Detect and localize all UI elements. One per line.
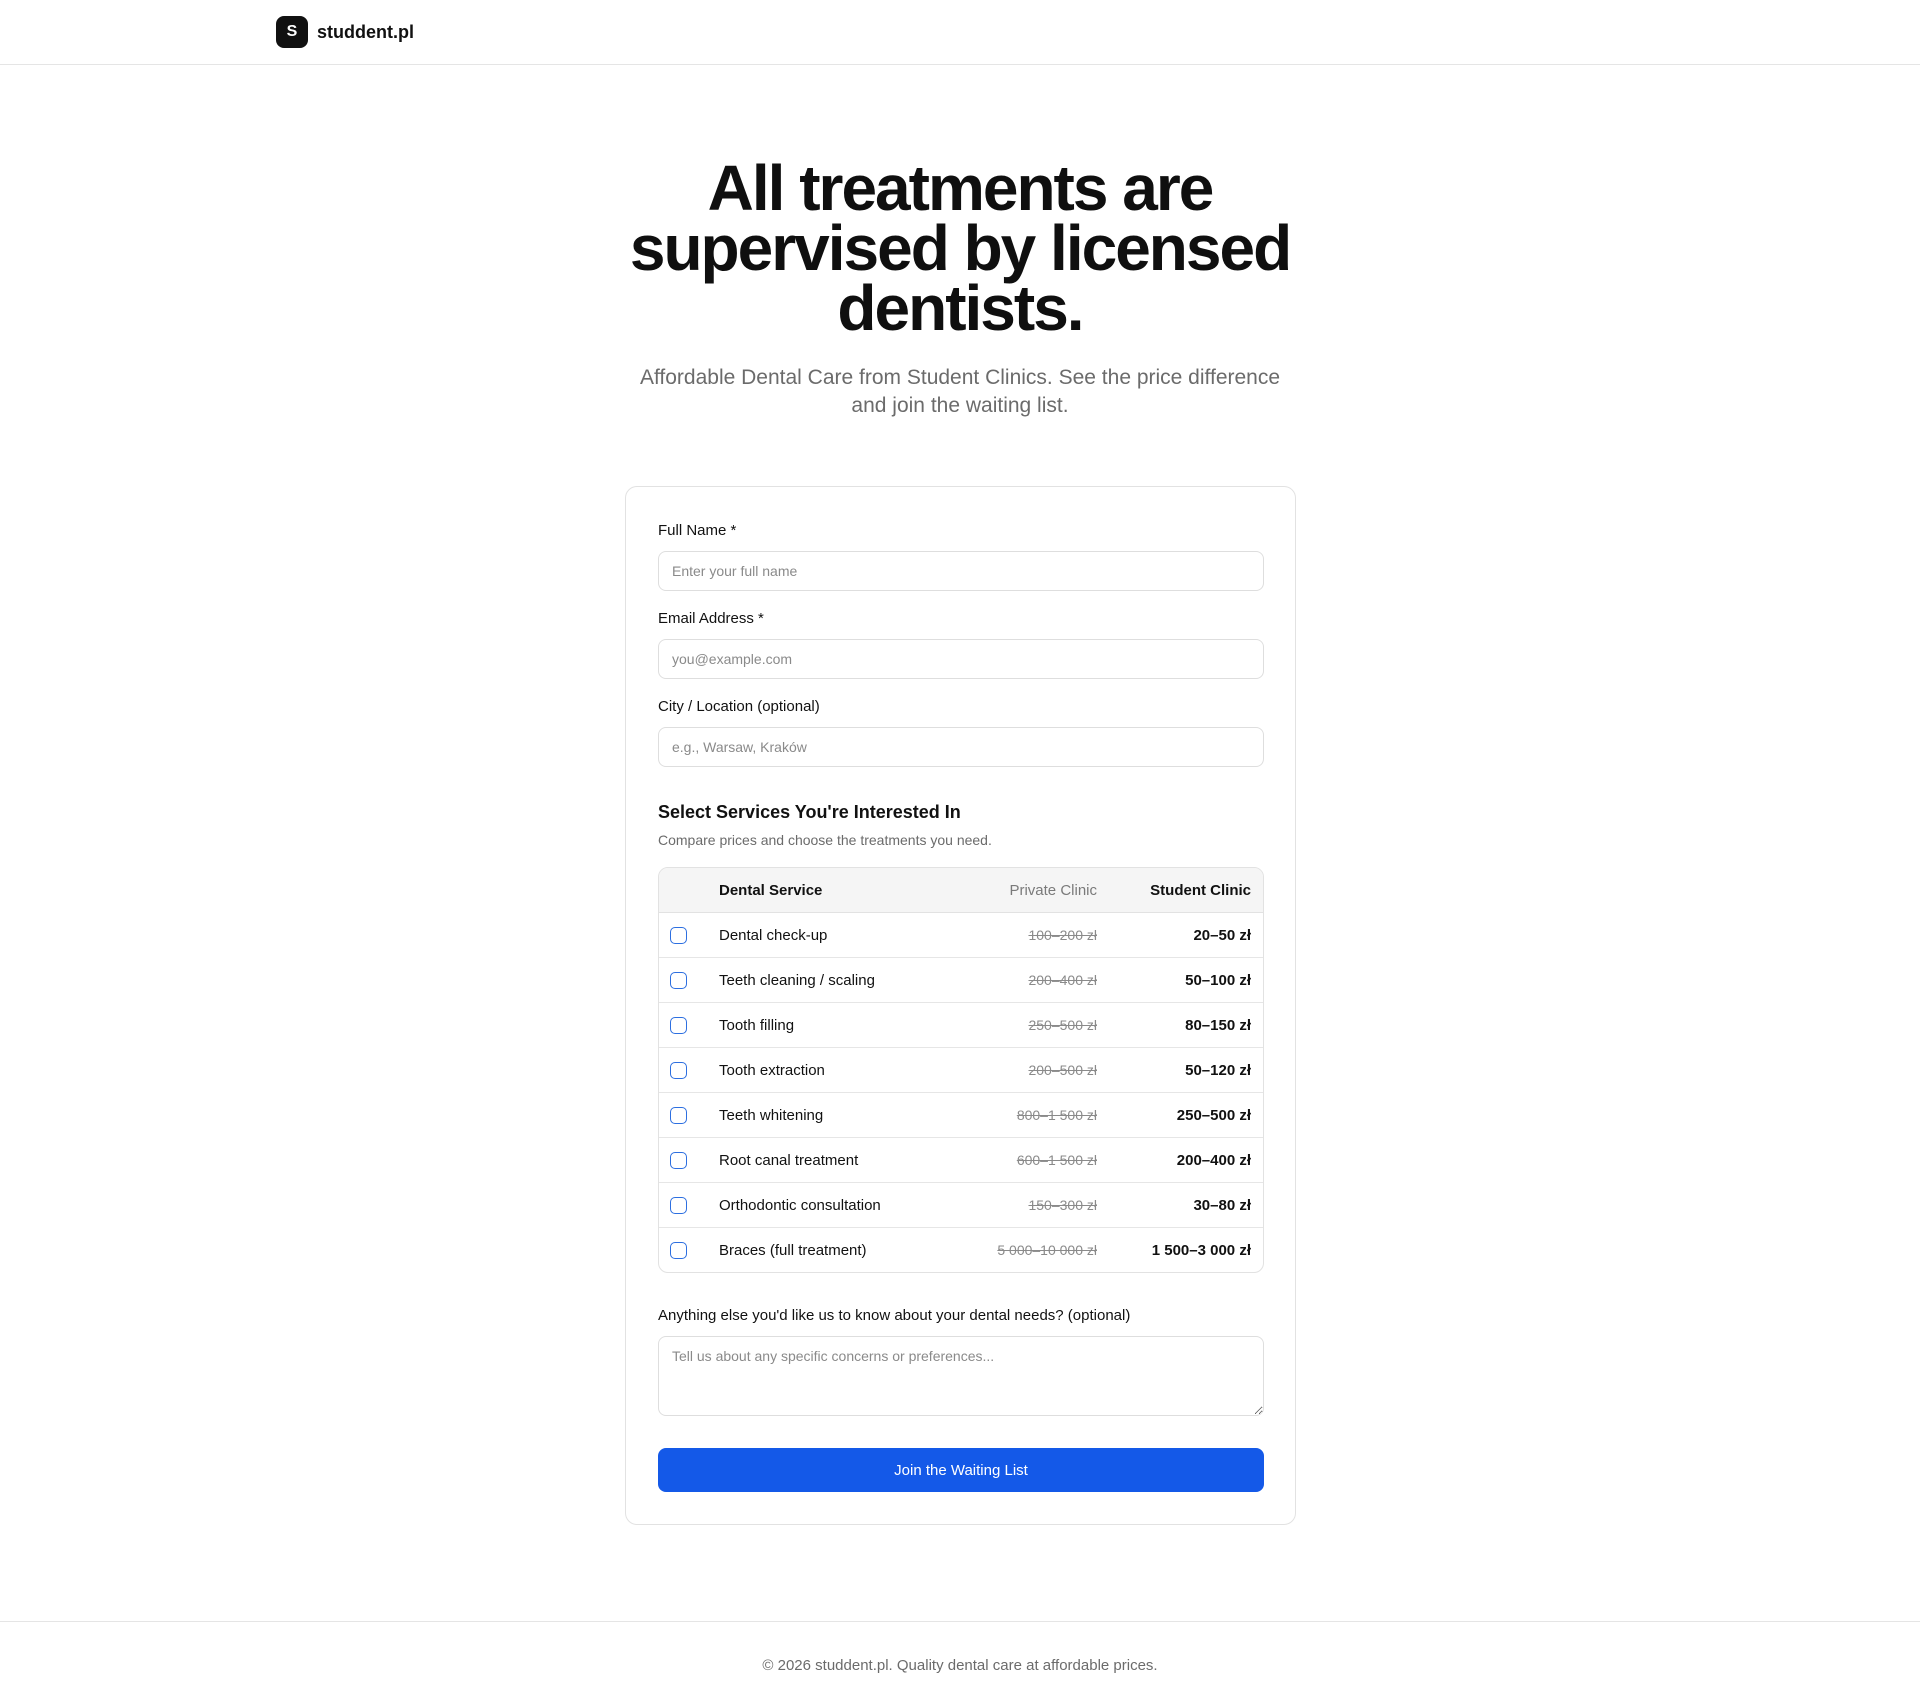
student-price: 30–80 zł <box>1193 1197 1251 1214</box>
service-name: Teeth cleaning / scaling <box>719 972 875 989</box>
join-waiting-list-button[interactable]: Join the Waiting List <box>658 1448 1264 1492</box>
notes-label: Anything else you'd like us to know abou… <box>658 1307 1131 1324</box>
student-price: 1 500–3 000 zł <box>1151 1242 1251 1259</box>
table-row[interactable]: Tooth extraction 200–500 zł 50–120 zł <box>659 1048 1263 1093</box>
city-input[interactable] <box>658 727 1264 767</box>
logo-mark-icon: S <box>276 16 308 48</box>
student-price: 50–100 zł <box>1185 972 1251 989</box>
service-checkbox[interactable] <box>670 1152 687 1169</box>
services-table-header: Dental Service Private Clinic Student Cl… <box>659 868 1263 913</box>
service-name: Dental check-up <box>719 927 828 944</box>
student-price: 200–400 zł <box>1176 1152 1251 1169</box>
service-checkbox[interactable] <box>670 972 687 989</box>
service-checkbox[interactable] <box>670 1062 687 1079</box>
service-checkbox[interactable] <box>670 927 687 944</box>
service-checkbox[interactable] <box>670 1107 687 1124</box>
city-label: City / Location (optional) <box>658 698 820 715</box>
private-price: 200–500 zł <box>1028 1062 1097 1078</box>
service-name: Root canal treatment <box>719 1152 859 1169</box>
services-subtitle: Compare prices and choose the treatments… <box>658 832 992 848</box>
site-footer: © 2026 studdent.pl. Quality dental care … <box>0 1621 1920 1706</box>
private-price: 200–400 zł <box>1028 972 1097 988</box>
table-row[interactable]: Teeth whitening 800–1 500 zł 250–500 zł <box>659 1093 1263 1138</box>
student-price: 80–150 zł <box>1185 1017 1251 1034</box>
table-row[interactable]: Teeth cleaning / scaling 200–400 zł 50–1… <box>659 958 1263 1003</box>
full-name-label: Full Name * <box>658 522 737 539</box>
full-name-input[interactable] <box>658 551 1264 591</box>
email-input[interactable] <box>658 639 1264 679</box>
student-price: 250–500 zł <box>1176 1107 1251 1124</box>
private-price: 100–200 zł <box>1028 927 1097 943</box>
private-price: 5 000–10 000 zł <box>997 1242 1097 1258</box>
private-price: 600–1 500 zł <box>1016 1152 1097 1168</box>
brand-name: studdent.pl <box>317 21 414 42</box>
private-price: 150–300 zł <box>1028 1197 1097 1213</box>
service-checkbox[interactable] <box>670 1017 687 1034</box>
footer-copyright: © 2026 studdent.pl. Quality dental care … <box>762 1657 1158 1674</box>
service-checkbox[interactable] <box>670 1242 687 1259</box>
services-title: Select Services You're Interested In <box>658 802 961 822</box>
notes-textarea[interactable] <box>658 1336 1264 1416</box>
service-name: Tooth extraction <box>719 1062 825 1079</box>
table-row[interactable]: Root canal treatment 600–1 500 zł 200–40… <box>659 1138 1263 1183</box>
column-header-student: Student Clinic <box>1150 882 1251 899</box>
service-name: Teeth whitening <box>719 1107 824 1124</box>
service-checkbox[interactable] <box>670 1197 687 1214</box>
student-price: 50–120 zł <box>1185 1062 1251 1079</box>
student-price: 20–50 zł <box>1193 927 1251 944</box>
private-price: 800–1 500 zł <box>1016 1107 1097 1123</box>
service-name: Tooth filling <box>719 1017 795 1034</box>
table-row[interactable]: Tooth filling 250–500 zł 80–150 zł <box>659 1003 1263 1048</box>
table-row[interactable]: Dental check-up 100–200 zł 20–50 zł <box>659 913 1263 958</box>
brand-logo[interactable]: S studdent.pl <box>276 16 414 48</box>
column-header-service: Dental Service <box>719 882 823 899</box>
table-row[interactable]: Orthodontic consultation 150–300 zł 30–8… <box>659 1183 1263 1228</box>
table-row[interactable]: Braces (full treatment) 5 000–10 000 zł … <box>659 1228 1263 1272</box>
private-price: 250–500 zł <box>1028 1017 1097 1033</box>
column-header-private: Private Clinic <box>1009 882 1097 899</box>
services-table: Dental Service Private Clinic Student Cl… <box>658 867 1264 1273</box>
page-subtitle: Affordable Dental Care from Student Clin… <box>639 366 1281 417</box>
service-name: Braces (full treatment) <box>719 1242 867 1259</box>
page-title: All treatments are supervised by license… <box>629 152 1292 344</box>
service-name: Orthodontic consultation <box>719 1197 881 1214</box>
site-header: S studdent.pl <box>0 0 1920 65</box>
email-label: Email Address * <box>658 610 764 627</box>
waiting-list-form: Full Name * Email Address * City / Locat… <box>625 486 1296 1525</box>
